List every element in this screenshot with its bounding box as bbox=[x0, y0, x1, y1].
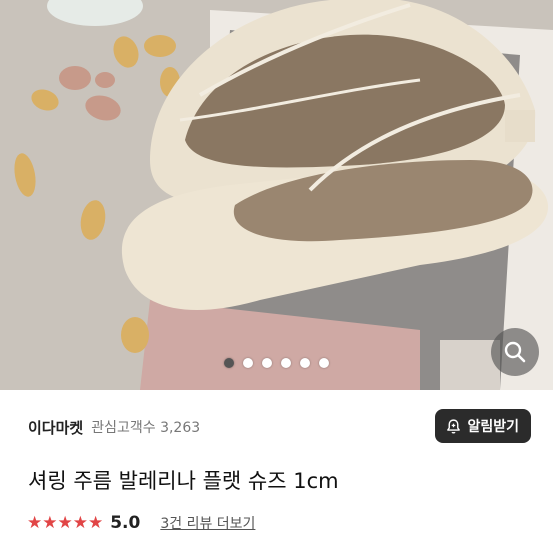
notify-button[interactable]: 알림받기 bbox=[435, 409, 531, 443]
product-image[interactable] bbox=[0, 0, 553, 390]
search-icon bbox=[504, 341, 526, 363]
reviews-link[interactable]: 3건 리뷰 더보기 bbox=[160, 513, 255, 533]
bell-plus-icon bbox=[447, 418, 461, 434]
carousel-dot[interactable] bbox=[300, 358, 310, 368]
rating-score: 5.0 bbox=[110, 513, 141, 533]
carousel-dot[interactable] bbox=[281, 358, 291, 368]
carousel-dot[interactable] bbox=[319, 358, 329, 368]
star-rating-icon: ★★★★★ bbox=[27, 513, 104, 533]
product-photo bbox=[0, 0, 553, 390]
product-title: 셔링 주름 발레리나 플랫 슈즈 1cm bbox=[28, 469, 339, 493]
seller-row: 이다마켓 관심고객수 3,263 알림받기 bbox=[28, 409, 531, 445]
carousel-dot[interactable] bbox=[262, 358, 272, 368]
carousel-dot[interactable] bbox=[243, 358, 253, 368]
carousel-dot[interactable] bbox=[224, 358, 234, 368]
seller-favorites: 관심고객수 3,263 bbox=[91, 417, 200, 437]
rating-row: ★★★★★ 5.0 3건 리뷰 더보기 bbox=[27, 512, 255, 534]
favorites-count: 3,263 bbox=[160, 420, 201, 436]
notify-label: 알림받기 bbox=[467, 419, 519, 435]
zoom-button[interactable] bbox=[491, 328, 539, 376]
seller-name[interactable]: 이다마켓 bbox=[28, 417, 83, 438]
favorites-label: 관심고객수 bbox=[91, 420, 156, 436]
carousel-indicators[interactable] bbox=[0, 358, 553, 372]
